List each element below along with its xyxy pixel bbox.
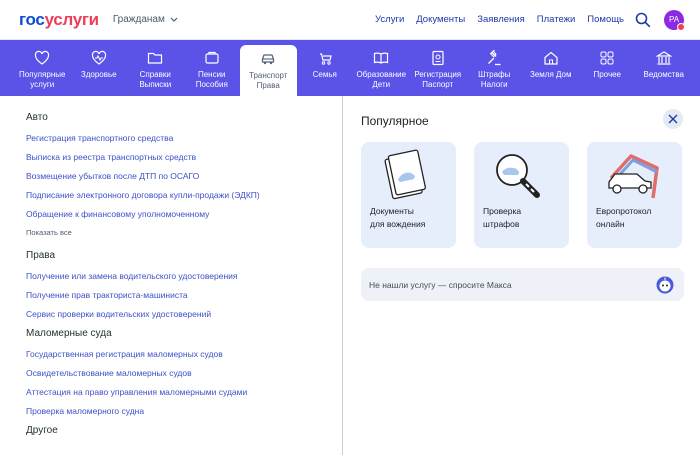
nav-help[interactable]: Помощь [587, 14, 624, 25]
logo-part-gos: гос [19, 9, 45, 29]
service-link[interactable]: Регистрация транспортного средства [26, 133, 316, 143]
category-registration[interactable]: Регистрация Паспорт [410, 40, 467, 96]
card-europrotocol[interactable]: Европротокол онлайн [587, 142, 682, 248]
service-link[interactable]: Освидетельствование маломерных судов [26, 368, 316, 378]
search-icon[interactable] [634, 11, 652, 29]
popular-title: Популярное [361, 114, 429, 128]
nav-applications[interactable]: Заявления [477, 14, 525, 25]
gosuslugi-logo[interactable]: госуслуги [19, 10, 99, 30]
chevron-down-icon [170, 17, 178, 22]
magnifier-icon [496, 154, 540, 198]
popular-column: Популярное Документы для вождения Провер… [343, 96, 700, 455]
service-link[interactable]: Подписание электронного договора купли-п… [26, 190, 316, 200]
category-bar: Популярные услуги Здоровье Справки Выпис… [0, 40, 700, 96]
category-health[interactable]: Здоровье [71, 40, 128, 96]
category-label: Регистрация Паспорт [414, 70, 462, 89]
dropdown-panel: Авто Регистрация транспортного средства … [0, 96, 700, 455]
close-icon [668, 114, 678, 124]
category-fines[interactable]: Штрафы Налоги [466, 40, 523, 96]
card-label: Документы для вождения [370, 206, 426, 229]
category-certificates[interactable]: Справки Выписки [127, 40, 184, 96]
close-button[interactable] [663, 109, 683, 129]
audience-selector[interactable]: Гражданам [113, 14, 178, 25]
category-land-house[interactable]: Земля Дом [523, 40, 580, 96]
ask-max-bar[interactable]: Не нашли услугу — спросите Макса [361, 268, 684, 301]
gavel-icon [488, 50, 501, 66]
stroller-icon [319, 53, 332, 65]
show-all-link[interactable]: Показать все [26, 228, 316, 237]
category-family[interactable]: Семья [297, 40, 354, 96]
section-title-rights: Права [26, 250, 56, 261]
category-label: Здоровье [80, 70, 117, 79]
wallet-icon [205, 51, 219, 64]
services-column: Авто Регистрация транспортного средства … [0, 96, 343, 455]
category-agencies[interactable]: Ведомства [636, 40, 693, 96]
popular-cards: Документы для вождения Проверка штрафов [361, 142, 684, 248]
category-label: Образование Дети [356, 70, 407, 89]
service-link[interactable]: Аттестация на право управления маломерны… [26, 387, 316, 397]
robot-assistant-icon [656, 276, 674, 293]
folder-icon [148, 52, 163, 64]
category-label: Справки Выписки [139, 70, 172, 89]
category-label: Земля Дом [530, 70, 572, 79]
card-label: Проверка штрафов [483, 206, 522, 229]
documents-icon [384, 149, 427, 200]
card-label: Европротокол онлайн [596, 206, 652, 229]
service-link[interactable]: Выписка из реестра транспортных средств [26, 152, 316, 162]
ask-max-text: Не нашли услугу — спросите Макса [369, 279, 512, 290]
service-link[interactable]: Получение или замена водительского удост… [26, 271, 316, 281]
heart-icon [35, 50, 50, 65]
section-title-boats: Маломерные суда [26, 328, 112, 339]
category-label: Семья [312, 70, 337, 79]
top-header: госуслуги Гражданам Услуги Документы Зая… [0, 0, 700, 40]
category-label: Популярные услуги [19, 70, 66, 89]
category-label: Ведомства [643, 70, 685, 79]
category-pensions[interactable]: Пенсии Пособия [184, 40, 241, 96]
nav-services[interactable]: Услуги [375, 14, 404, 25]
category-label: Прочее [593, 70, 622, 79]
card-check-fines[interactable]: Проверка штрафов [474, 142, 569, 248]
category-transport[interactable]: Транспорт Права [240, 45, 297, 96]
nav-payments[interactable]: Платежи [537, 14, 576, 25]
service-link[interactable]: Государственная регистрация маломерных с… [26, 349, 316, 359]
house-icon [544, 51, 558, 65]
logo-part-uslugi: услуги [44, 9, 100, 29]
category-popular[interactable]: Популярные услуги [14, 40, 71, 96]
audience-label: Гражданам [112, 14, 165, 25]
service-link[interactable]: Обращение к финансовому уполномоченному [26, 209, 316, 219]
building-icon [655, 51, 672, 65]
section-title-auto: Авто [26, 112, 48, 123]
book-icon [374, 52, 389, 64]
car-outline-icon [608, 154, 659, 199]
category-education[interactable]: Образование Дети [353, 40, 410, 96]
section-title-other: Другое [26, 425, 58, 436]
service-link[interactable]: Возмещение убытков после ДТП по ОСАГО [26, 171, 316, 181]
grid-icon [600, 51, 614, 65]
health-icon [91, 50, 106, 65]
service-link[interactable]: Проверка маломерного судна [26, 406, 316, 416]
car-icon [262, 54, 275, 65]
category-label: Транспорт Права [249, 71, 288, 90]
category-other[interactable]: Прочее [579, 40, 636, 96]
category-label: Пенсии Пособия [195, 70, 228, 89]
service-link[interactable]: Получение прав тракториста-машиниста [26, 290, 316, 300]
card-driving-documents[interactable]: Документы для вождения [361, 142, 456, 248]
passport-icon [432, 50, 444, 66]
category-label: Штрафы Налоги [478, 70, 511, 89]
avatar[interactable]: PA [664, 9, 685, 31]
nav-documents[interactable]: Документы [416, 14, 465, 25]
top-nav: Услуги Документы Заявления Платежи Помощ… [375, 14, 624, 25]
service-link[interactable]: Сервис проверки водительских удостоверен… [26, 309, 316, 319]
